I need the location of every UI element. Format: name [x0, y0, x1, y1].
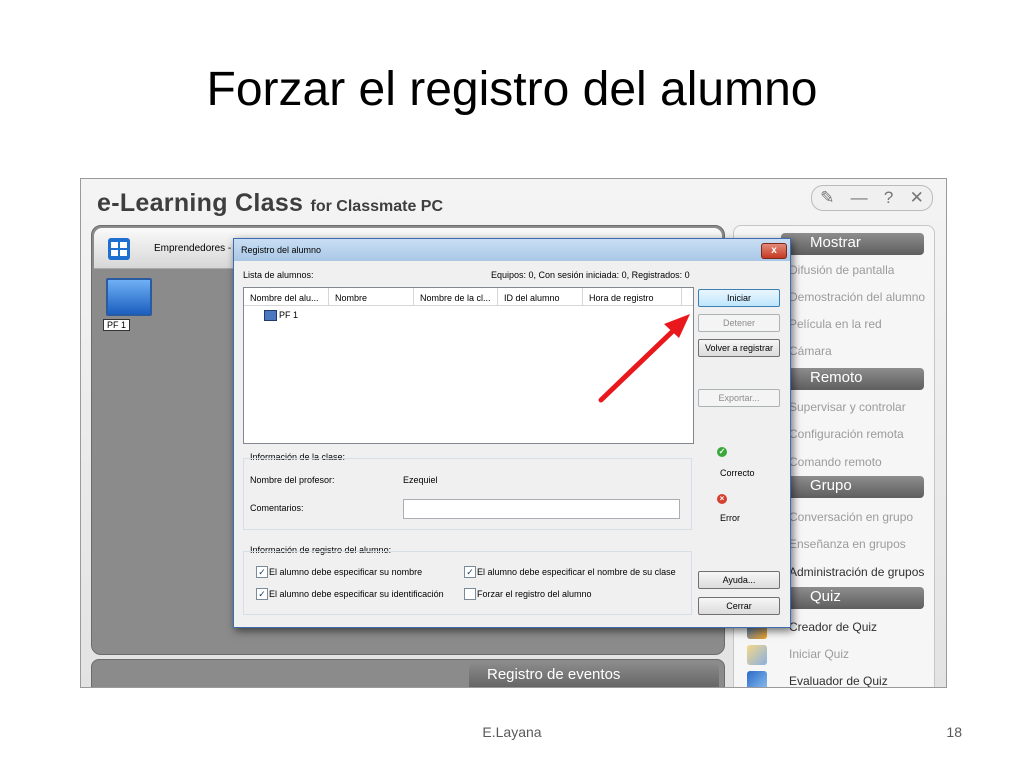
event-log-header[interactable]: Registro de eventos — [469, 663, 719, 687]
menu-item-comando[interactable]: Comando remoto — [789, 455, 882, 469]
menu-item-configuracion[interactable]: Configuración remota — [789, 427, 904, 441]
start-button[interactable]: Iniciar — [698, 289, 780, 307]
list-item[interactable]: PF 1 — [264, 310, 299, 322]
class-info-group — [243, 458, 692, 530]
menu-item-creador-quiz[interactable]: Creador de Quiz — [789, 620, 877, 634]
quiz-start-icon — [747, 645, 767, 665]
student-list-label: Lista de alumnos: — [243, 270, 314, 280]
error-icon: × — [717, 494, 727, 504]
window-controls: ✎ — ? ✕ — [811, 185, 933, 211]
student-list[interactable]: Nombre del alu... Nombre Nombre de la cl… — [243, 287, 694, 444]
close-button[interactable]: Cerrar — [698, 597, 780, 615]
section-header-quiz[interactable]: Quiz — [781, 587, 924, 609]
require-id-checkbox[interactable]: ✓ — [256, 588, 268, 600]
re-register-button[interactable]: Volver a registrar — [698, 339, 780, 357]
group-name[interactable]: Emprendedores - 01 — [154, 243, 245, 254]
quiz-evaluator-icon — [747, 671, 767, 687]
force-register-label: Forzar el registro del alumno — [477, 589, 592, 599]
group-icon[interactable] — [108, 238, 130, 260]
list-item-name: PF 1 — [279, 310, 299, 320]
menu-item-conversacion[interactable]: Conversación en grupo — [789, 510, 913, 524]
require-name-checkbox[interactable]: ✓ — [256, 566, 268, 578]
menu-item-administracion[interactable]: Administración de grupos — [789, 565, 924, 579]
registration-stats: Equipos: 0, Con sesión iniciada: 0, Regi… — [491, 270, 690, 280]
export-button[interactable]: Exportar... — [698, 389, 780, 407]
menu-item-supervisar[interactable]: Supervisar y controlar — [789, 400, 906, 414]
checkmark-icon: ✓ — [717, 447, 727, 457]
column-header-register-time[interactable]: Hora de registro — [583, 288, 682, 306]
section-header-grupo[interactable]: Grupo — [781, 476, 924, 498]
teacher-name-value: Ezequiel — [403, 475, 438, 485]
help-icon[interactable]: ? — [884, 188, 893, 208]
menu-item-demostracion[interactable]: Demostración del alumno — [789, 290, 925, 304]
force-register-checkbox[interactable] — [464, 588, 476, 600]
comments-field[interactable] — [403, 499, 680, 519]
menu-item-iniciar-quiz[interactable]: Iniciar Quiz — [789, 647, 849, 661]
menu-item-pelicula[interactable]: Película en la red — [789, 317, 882, 331]
column-header-student-id[interactable]: ID del alumno — [498, 288, 583, 306]
menu-item-evaluador-quiz[interactable]: Evaluador de Quiz — [789, 674, 888, 687]
require-class-checkbox[interactable]: ✓ — [464, 566, 476, 578]
help-button[interactable]: Ayuda... — [698, 571, 780, 589]
column-header-student-name[interactable]: Nombre del alu... — [244, 288, 329, 306]
column-header-name[interactable]: Nombre — [329, 288, 414, 306]
comments-label: Comentarios: — [250, 503, 304, 513]
menu-item-camara[interactable]: Cámara — [789, 344, 832, 358]
registration-info-group — [243, 551, 692, 615]
status-ok-label: Correcto — [720, 468, 755, 478]
menu-item-difusion[interactable]: Difusión de pantalla — [789, 263, 894, 277]
teacher-name-label: Nombre del profesor: — [250, 475, 335, 485]
page-number: 18 — [946, 724, 962, 740]
menu-item-ensenanza[interactable]: Enseñanza en grupos — [789, 537, 906, 551]
close-icon[interactable]: ✕ — [910, 188, 924, 208]
minimize-icon[interactable]: — — [851, 188, 868, 208]
require-class-label: El alumno debe especificar el nombre de … — [477, 567, 676, 577]
dialog-close-button[interactable]: x — [761, 243, 787, 259]
dialog-titlebar: Registro del alumno x — [234, 239, 790, 261]
column-header-class-name[interactable]: Nombre de la cl... — [414, 288, 498, 306]
student-registration-dialog: Registro del alumno x Lista de alumnos: … — [233, 238, 791, 628]
student-computer-icon[interactable] — [106, 278, 152, 316]
computer-icon — [264, 310, 277, 322]
dialog-title: Registro del alumno — [241, 245, 322, 255]
stop-button[interactable]: Detener — [698, 314, 780, 332]
student-label: PF 1 — [103, 319, 131, 331]
slide-title: Forzar el registro del alumno — [206, 63, 818, 116]
app-title: e-Learning Class for Classmate PC — [97, 189, 443, 218]
app-title-main: e-Learning Class — [97, 189, 304, 217]
section-header-mostrar[interactable]: Mostrar — [781, 233, 924, 255]
footer-author: E.Layana — [482, 724, 542, 740]
require-id-label: El alumno debe especificar su identifica… — [269, 589, 444, 599]
section-header-remoto[interactable]: Remoto — [781, 368, 924, 390]
require-name-label: El alumno debe especificar su nombre — [269, 567, 423, 577]
tools-icon[interactable]: ✎ — [820, 188, 834, 208]
app-title-sub: for Classmate PC — [310, 198, 444, 215]
column-header-filler — [682, 288, 693, 306]
status-error-label: Error — [720, 513, 740, 523]
